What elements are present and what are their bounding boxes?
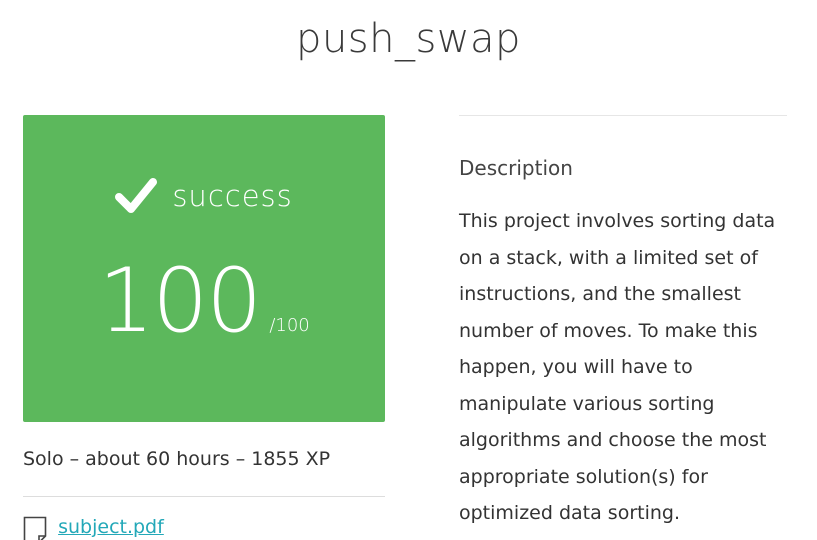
score-value: 100 <box>98 249 262 352</box>
divider <box>23 496 385 497</box>
project-meta: Solo – about 60 hours – 1855 XP <box>23 448 331 470</box>
score-row: 100 /100 <box>23 257 385 345</box>
status-row: success <box>23 177 385 215</box>
attachment[interactable]: subject.pdf <box>23 516 164 540</box>
status-label: success <box>172 179 293 213</box>
score-card: success 100 /100 <box>23 115 385 422</box>
divider <box>459 115 787 116</box>
description-body: This project involves sorting data on a … <box>459 210 776 524</box>
project-page: push_swap success 100 /100 Solo – about … <box>0 0 817 540</box>
subject-pdf-link[interactable]: subject.pdf <box>58 516 164 538</box>
file-icon <box>23 516 47 540</box>
check-icon <box>115 178 158 213</box>
score-max: /100 <box>269 315 310 336</box>
page-title: push_swap <box>296 16 521 62</box>
description-heading: Description <box>459 156 573 180</box>
